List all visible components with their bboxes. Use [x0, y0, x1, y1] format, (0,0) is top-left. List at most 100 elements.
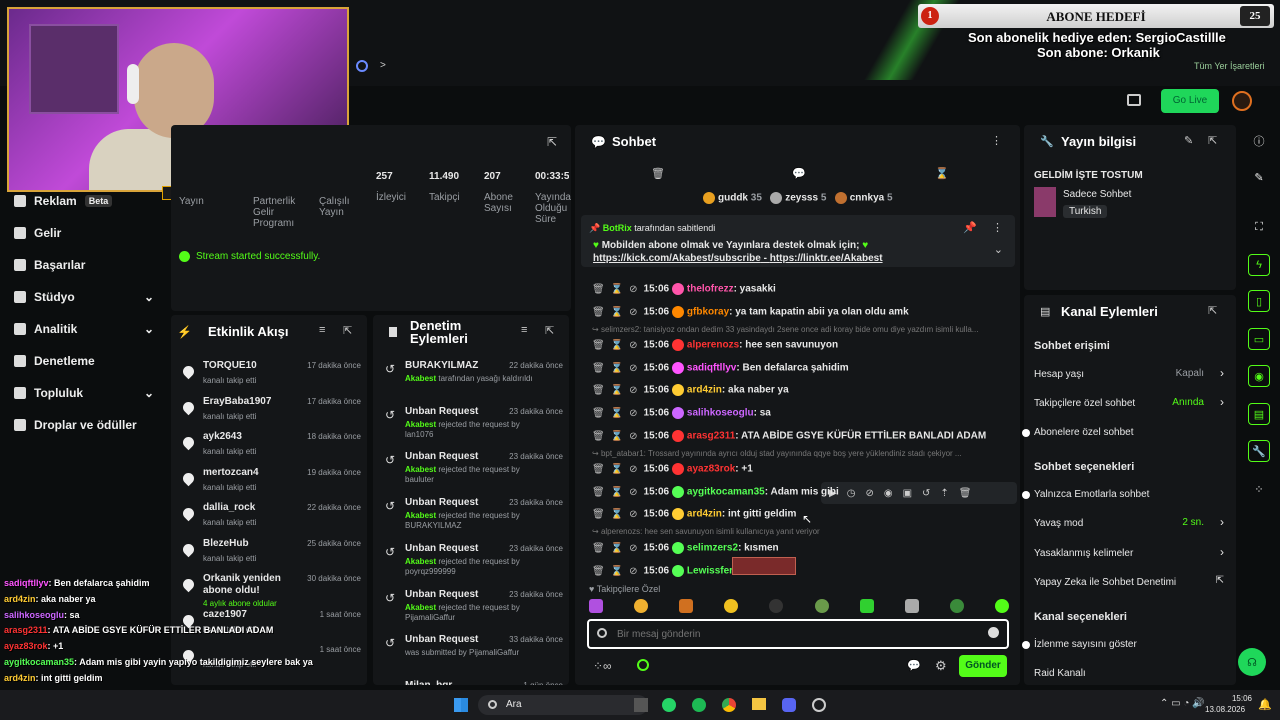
emote-icon[interactable]	[994, 599, 1009, 613]
taskbar-search[interactable]: Ara	[478, 695, 648, 715]
whatsapp-icon[interactable]	[662, 698, 676, 712]
chat-username[interactable]: sadiqftllyv	[687, 363, 736, 374]
chat-message[interactable]: 🗑 ⌛ ⊘ 15:06 alperenozs: hee sen savunuyon	[592, 339, 838, 351]
trash-icon[interactable]: 🗑	[651, 167, 665, 180]
pinned-link[interactable]: https://kick.com/Akabest/subscribe	[593, 253, 761, 264]
sidebar-item-basarilar[interactable]: Başarılar	[14, 258, 85, 272]
chat-message[interactable]: 🗑 ⌛ ⊘ 15:06 gfbkoray: ya tam kapatin abii y…	[592, 306, 909, 318]
trash-icon[interactable]: 🗑	[592, 307, 605, 318]
trash-icon[interactable]: 🗑	[592, 487, 605, 498]
hourglass-icon[interactable]: ⌛	[611, 431, 623, 442]
trash-icon[interactable]: 🗑	[592, 543, 605, 554]
trash-icon[interactable]: 🗑	[592, 363, 605, 374]
ban-icon[interactable]: ⊘	[629, 464, 637, 475]
pinned-link[interactable]: https://linktr.ee/Akabest	[770, 253, 883, 264]
chat-username[interactable]: selimzers2	[687, 543, 738, 554]
popout-icon[interactable]: ⇱	[1208, 134, 1217, 147]
chat-username[interactable]: arasg2311	[687, 431, 735, 442]
hourglass-icon[interactable]: ⌛	[611, 340, 623, 351]
chat-message[interactable]: 🗑 ⌛ ⊘ 15:06 ard4zin: int gitti geldim	[592, 508, 796, 520]
chat-username[interactable]: thelofrezz	[687, 284, 734, 295]
chat-input-box[interactable]	[587, 619, 1009, 649]
ban-icon[interactable]: ⊘	[629, 340, 637, 351]
pin-icon[interactable]: 📌	[963, 221, 977, 234]
emote-icon[interactable]	[814, 599, 829, 613]
channel-setting-row[interactable]: Yavaş mod 2 sn. ›	[1034, 515, 1226, 533]
more-icon[interactable]: ⋮	[991, 134, 1002, 147]
chat-username[interactable]: ard4zin	[687, 385, 722, 396]
emote-icon[interactable]	[904, 599, 919, 613]
channel-setting-row[interactable]: İzlenme sayısını göster	[1034, 636, 1226, 654]
ban-icon[interactable]: ⊘	[629, 487, 637, 498]
chat-message[interactable]: ↪ bpt_atabar1: Trossard yayınında ayrıcı…	[592, 449, 962, 458]
sidebar-item-reklam[interactable]: Reklam Beta	[14, 194, 113, 208]
copy-icon[interactable]: ▣	[903, 488, 912, 499]
dots-icon[interactable]: ⁘∞	[593, 659, 612, 673]
taskview-icon[interactable]	[634, 698, 648, 712]
pin-icon[interactable]: ⇡	[940, 488, 948, 499]
ban-icon[interactable]: ⊘	[865, 488, 873, 499]
external-link-icon[interactable]: ⇱	[1216, 575, 1224, 586]
chevron-right-icon[interactable]: ›	[1220, 545, 1224, 559]
chat-message[interactable]: 🗑 ⌛ ⊘ 15:06 selimzers2: kısmen	[592, 542, 779, 554]
tray-icons[interactable]: ⌃ ▭ ◔ 🔊	[1160, 698, 1205, 709]
ban-icon[interactable]: ⊘	[629, 543, 637, 554]
hourglass-icon[interactable]: ⌛	[611, 543, 623, 554]
emote-icon[interactable]	[679, 599, 694, 613]
chat-username[interactable]: ard4zin	[687, 509, 722, 520]
ban-icon[interactable]: ⊘	[629, 284, 637, 295]
kick-logo-icon[interactable]	[637, 659, 649, 671]
more-icon[interactable]: ⋮	[992, 221, 1003, 234]
hourglass-icon[interactable]: ⌛	[935, 167, 949, 180]
chat-message[interactable]: 🗑⌛⊘15:06 Lewissferit:	[592, 565, 743, 577]
trash-icon[interactable]: 🗑	[592, 284, 605, 295]
chat-message[interactable]: ↪ selimzers2: tanisiyoz ondan dedim 33 y…	[592, 325, 978, 334]
undo-icon[interactable]: ↺	[922, 488, 930, 499]
bolt-icon[interactable]: ϟ	[1248, 254, 1270, 276]
pencil-icon[interactable]: ✎	[1184, 134, 1193, 147]
emote-icon[interactable]	[724, 599, 739, 613]
discord-icon[interactable]	[782, 698, 796, 712]
ban-icon[interactable]: ⊘	[629, 566, 637, 577]
chat-username[interactable]: salihkoseoglu	[687, 408, 754, 419]
sidebar-item-studyo[interactable]: Stüdyo ⌄	[14, 290, 154, 304]
refresh-icon[interactable]	[356, 60, 368, 72]
sidebar-item-analitik[interactable]: Analitik ⌄	[14, 322, 154, 336]
chat-message[interactable]: 🗑 ⌛ ⊘ 15:06 sadiqftllyv: Ben defalarca şahi…	[592, 362, 849, 374]
ban-icon[interactable]: ⊘	[629, 363, 637, 374]
trash-icon[interactable]: 🗑	[592, 385, 605, 396]
trash-icon[interactable]: 🗑	[592, 431, 605, 442]
trash-icon[interactable]: 🗑	[592, 566, 605, 577]
emoji-icon[interactable]	[988, 627, 999, 638]
spotify-icon[interactable]	[692, 698, 706, 712]
hourglass-icon[interactable]: ⌛	[611, 385, 623, 396]
ban-icon[interactable]: ⊘	[629, 307, 637, 318]
sidebar-item-gelir[interactable]: Gelir	[14, 226, 61, 240]
channel-setting-row[interactable]: Yasaklanmış kelimeler ›	[1034, 545, 1226, 563]
document-icon[interactable]: ▯	[1248, 290, 1270, 312]
chat-username[interactable]: ayaz83rok	[687, 464, 735, 475]
chat-message[interactable]: 🗑 ⌛ ⊘ 15:06 ard4zin: aka naber ya	[592, 384, 789, 396]
sidebar-item-denetleme[interactable]: Denetleme	[14, 354, 95, 368]
trash-icon[interactable]: 🗑	[959, 488, 972, 499]
chat-message[interactable]: 🗑 ⌛ ⊘ 15:06 salihkoseoglu: sa	[592, 407, 771, 419]
pinned-links[interactable]: https://kick.com/Akabest/subscribe - htt…	[593, 253, 883, 264]
send-button[interactable]: Gönder	[959, 655, 1007, 677]
chat-message[interactable]: 🗑 ⌛ ⊘ 15:06 thelofrezz: yasakki	[592, 283, 776, 295]
windows-start-icon[interactable]	[454, 698, 468, 712]
chat-message[interactable]: 🗑 ⌛ ⊘ 15:06 aygitkocaman35: Adam mis gibi	[592, 486, 839, 498]
avatar[interactable]	[1232, 91, 1252, 111]
fullscreen-icon[interactable]: ⛶	[1248, 216, 1270, 238]
chat-username[interactable]: gfbkoray	[687, 307, 729, 318]
folder-icon[interactable]	[752, 698, 766, 710]
trash-icon[interactable]: 🗑	[592, 408, 605, 419]
popout-icon[interactable]: ⇱	[547, 135, 557, 149]
sidebar-item-topluluk[interactable]: Topluluk ⌄	[14, 386, 154, 400]
emote-icon[interactable]	[589, 599, 603, 613]
hourglass-icon[interactable]: ⌛	[611, 307, 623, 318]
chat-username[interactable]: alperenozs	[687, 340, 739, 351]
emote-icon[interactable]	[949, 599, 964, 613]
trash-icon[interactable]: 🗑	[592, 340, 605, 351]
display-icon[interactable]	[1127, 94, 1141, 106]
emote-icon[interactable]	[859, 599, 874, 613]
